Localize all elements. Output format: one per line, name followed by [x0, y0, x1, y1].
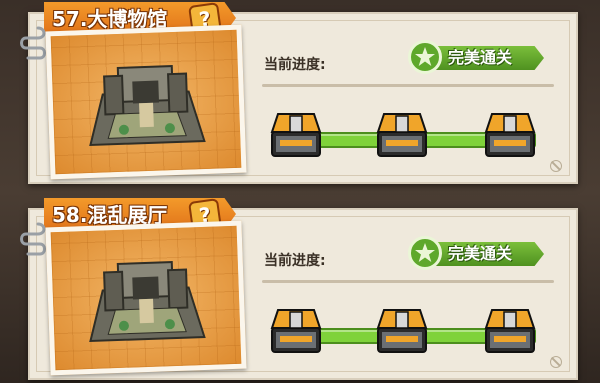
progress-label: 当前进度: — [264, 253, 326, 269]
paperclip-icon — [20, 26, 46, 60]
treasure-chest-icon[interactable] — [374, 306, 430, 356]
perfect-clear-badge: 完美通关 — [408, 40, 548, 74]
perfect-clear-badge: 完美通关 — [408, 236, 548, 270]
star-icon — [408, 40, 442, 74]
star-icon — [408, 236, 442, 270]
level-preview-image[interactable] — [45, 220, 247, 376]
museum-building-icon — [89, 261, 206, 343]
forbidden-icon — [550, 356, 562, 368]
treasure-chest-icon[interactable] — [374, 110, 430, 160]
level-card-58[interactable]: 58.混乱展厅 ? 当前进度: 完美通关 — [20, 198, 578, 380]
level-card-57[interactable]: 57.大博物馆 ? 当前进度: 完美通关 — [20, 2, 578, 184]
divider — [262, 84, 554, 87]
status-badge-text: 完美通关 — [448, 244, 513, 263]
museum-building-icon — [89, 65, 206, 147]
forbidden-icon — [550, 160, 562, 172]
level-preview-image[interactable] — [45, 24, 247, 180]
treasure-chest-icon[interactable] — [482, 110, 538, 160]
progress-label: 当前进度: — [264, 57, 326, 73]
treasure-chest-icon[interactable] — [268, 306, 324, 356]
paperclip-icon — [20, 222, 46, 256]
treasure-chest-icon[interactable] — [482, 306, 538, 356]
treasure-chest-icon[interactable] — [268, 110, 324, 160]
divider — [262, 280, 554, 283]
status-badge-text: 完美通关 — [448, 48, 513, 67]
